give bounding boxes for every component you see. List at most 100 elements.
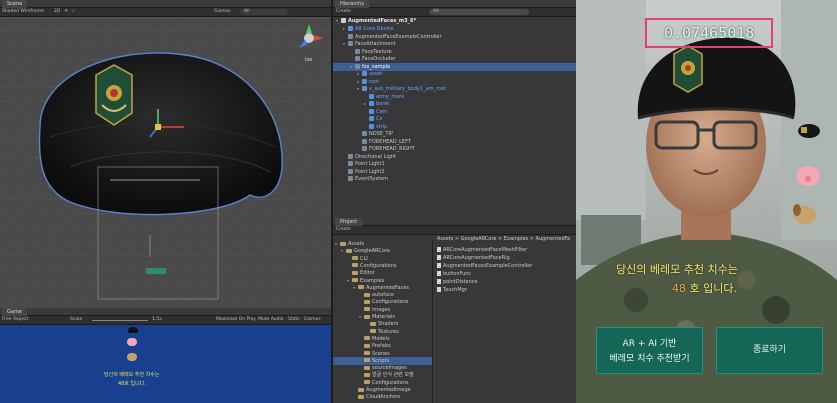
gameobject-icon [369, 101, 374, 106]
mode-2d-toggle[interactable]: 2D [54, 9, 60, 14]
hierarchy-item[interactable]: EventSystem [333, 175, 578, 183]
gameobject-icon [362, 71, 367, 76]
recommend-size-button[interactable]: AR + AI 기반 베레모 치수 추천받기 [596, 327, 703, 374]
folder-icon [352, 256, 358, 261]
ar-camera-view: 0.07465018 당신의 베레모 추천 치수는 48 호 입니다. AR +… [576, 0, 837, 403]
script-file-label: buttonFunc [443, 271, 472, 277]
project-folder-label: Textures [378, 328, 399, 335]
folder-icon [364, 351, 370, 355]
folder-icon [364, 336, 370, 341]
folder-icon [346, 248, 352, 253]
mute-audio-toggle[interactable]: Mute Audio [258, 317, 284, 322]
tab-hierarchy[interactable]: Hierarchy [335, 0, 370, 8]
game-overlay-line2: 48호 입니다. [118, 381, 146, 387]
script-file[interactable]: TouchMgr [437, 286, 577, 294]
recommend-button-line2: 베레모 치수 추천받기 [609, 354, 690, 364]
folder-icon [364, 358, 370, 363]
game-render[interactable]: 당신의 베레모 추천 치수는 48호 입니다. [0, 325, 331, 403]
gameobject-icon [348, 41, 353, 46]
scene-root-row[interactable]: ▾ AugmentedFaces_m3_6* [333, 17, 576, 25]
orientation-gizmo[interactable] [292, 21, 326, 55]
folder-icon [358, 285, 364, 290]
army-badge [95, 64, 133, 126]
project-folder-label: CloudAnchors [366, 394, 401, 401]
script-file[interactable]: ARCoreAugmentedFaceMeshFilter [437, 246, 577, 254]
hierarchy-item-label: NOSE_TIP [369, 131, 394, 137]
folder-icon [364, 292, 370, 297]
gizmos-dropdown[interactable]: Gizmos [214, 9, 231, 14]
gameobject-icon [348, 161, 353, 166]
gameobject-icon [369, 123, 374, 129]
gameobject-icon [369, 108, 374, 114]
project-folder-label: Prefabs [372, 343, 391, 350]
tab-scene[interactable]: Scene [2, 0, 28, 8]
hierarchy-item-label: x_sub_military_body1_am_root [369, 86, 446, 92]
project-folder-label: AugmentedImage [366, 387, 411, 393]
hierarchy-create-button[interactable]: Create [336, 9, 351, 14]
dog-icon [127, 353, 137, 361]
folder-icon [364, 380, 370, 385]
size-suffix: 호 입니다. [689, 282, 737, 295]
gameobject-icon [355, 48, 360, 54]
project-folder-label: Configurations [372, 299, 409, 306]
folder-icon [352, 270, 358, 275]
project-panel: Project Create ▾ Assets ▾ GoogleARCore CLI Co… [331, 218, 578, 403]
scene-panel: Scene Shaded Wireframe 2D ☀ ♪ Gizmos All [0, 0, 331, 308]
hierarchy-tab-bar: Hierarchy [333, 0, 578, 8]
gameobject-icon [362, 131, 367, 136]
project-folder-label: images [372, 306, 391, 313]
folder-icon [364, 365, 370, 370]
tab-game[interactable]: Game [2, 308, 27, 316]
script-file[interactable]: ARCoreAugmentedFaceRig [437, 254, 577, 262]
projection-label[interactable]: Iso [305, 57, 312, 63]
project-breadcrumb[interactable]: Assets > GoogleARCore > Examples > Augme… [437, 236, 577, 242]
scale-label: Scale [70, 317, 83, 322]
recommend-text: 당신의 베레모 추천 치수는 [616, 263, 738, 276]
stats-toggle[interactable]: Stats [288, 317, 300, 322]
hierarchy-toolbar: Create All [333, 8, 578, 17]
script-file[interactable]: pointDistance [437, 278, 577, 286]
hierarchy-item-label: fzx_sample [362, 63, 391, 70]
folder-icon [358, 387, 364, 392]
maximize-on-play-toggle[interactable]: Maximize On Play [216, 317, 256, 322]
project-create-button[interactable]: Create [336, 227, 351, 232]
csharp-script-icon [437, 279, 441, 284]
tab-project[interactable]: Project [335, 218, 363, 226]
game-toolbar: Free Aspect Scale 1.5x Maximize On Play … [0, 316, 331, 325]
script-file-label: AugmentedFacesExampleController [443, 263, 533, 269]
folder-icon [352, 278, 358, 282]
scene-viewport[interactable]: Iso [0, 17, 331, 308]
sticker-beret-icon [798, 124, 820, 138]
hierarchy-item-label: FOREHEAD_LEFT [369, 138, 411, 145]
hierarchy-item-label: Point Light2 [355, 168, 385, 175]
shading-dropdown[interactable]: Shaded Wireframe [2, 9, 44, 14]
csharp-script-icon [437, 263, 441, 268]
script-file[interactable]: buttonFunc [437, 270, 577, 278]
script-file[interactable]: AugmentedFacesExampleController [437, 262, 577, 270]
hierarchy-item-label: EventSystem [355, 176, 388, 182]
recommend-button-line1: AR + AI 기반 [622, 339, 677, 349]
scene-search-input[interactable]: All [240, 9, 288, 15]
project-folder[interactable]: CloudAnchors [333, 393, 432, 401]
hierarchy-search-input[interactable]: All [429, 9, 529, 15]
folder-icon [364, 299, 370, 304]
scene-grid-and-model [0, 17, 331, 308]
audio-icon[interactable]: ♪ [72, 9, 75, 14]
pig-icon [127, 338, 137, 346]
project-toolbar: Create [333, 226, 578, 235]
hierarchy-panel: Hierarchy Create All ▾ AugmentedFaces_m3_… [331, 0, 578, 218]
hierarchy-item-label: strip [376, 123, 388, 130]
folder-icon [358, 394, 364, 399]
sticker-pig-icon [796, 166, 820, 186]
folder-icon [364, 314, 370, 319]
light-icon[interactable]: ☀ [64, 9, 68, 14]
game-gizmos-dropdown[interactable]: Gizmos [304, 317, 321, 322]
scale-slider[interactable] [92, 320, 148, 321]
gameobject-icon [348, 153, 353, 159]
script-file-label: ARCoreAugmentedFaceRig [443, 255, 510, 261]
exit-button[interactable]: 종료하기 [716, 327, 823, 374]
game-tab-bar: Game [0, 308, 331, 316]
camouflage-uniform [576, 232, 837, 403]
project-folder-label: GoogleARCore [354, 248, 390, 255]
aspect-dropdown[interactable]: Free Aspect [2, 317, 28, 322]
